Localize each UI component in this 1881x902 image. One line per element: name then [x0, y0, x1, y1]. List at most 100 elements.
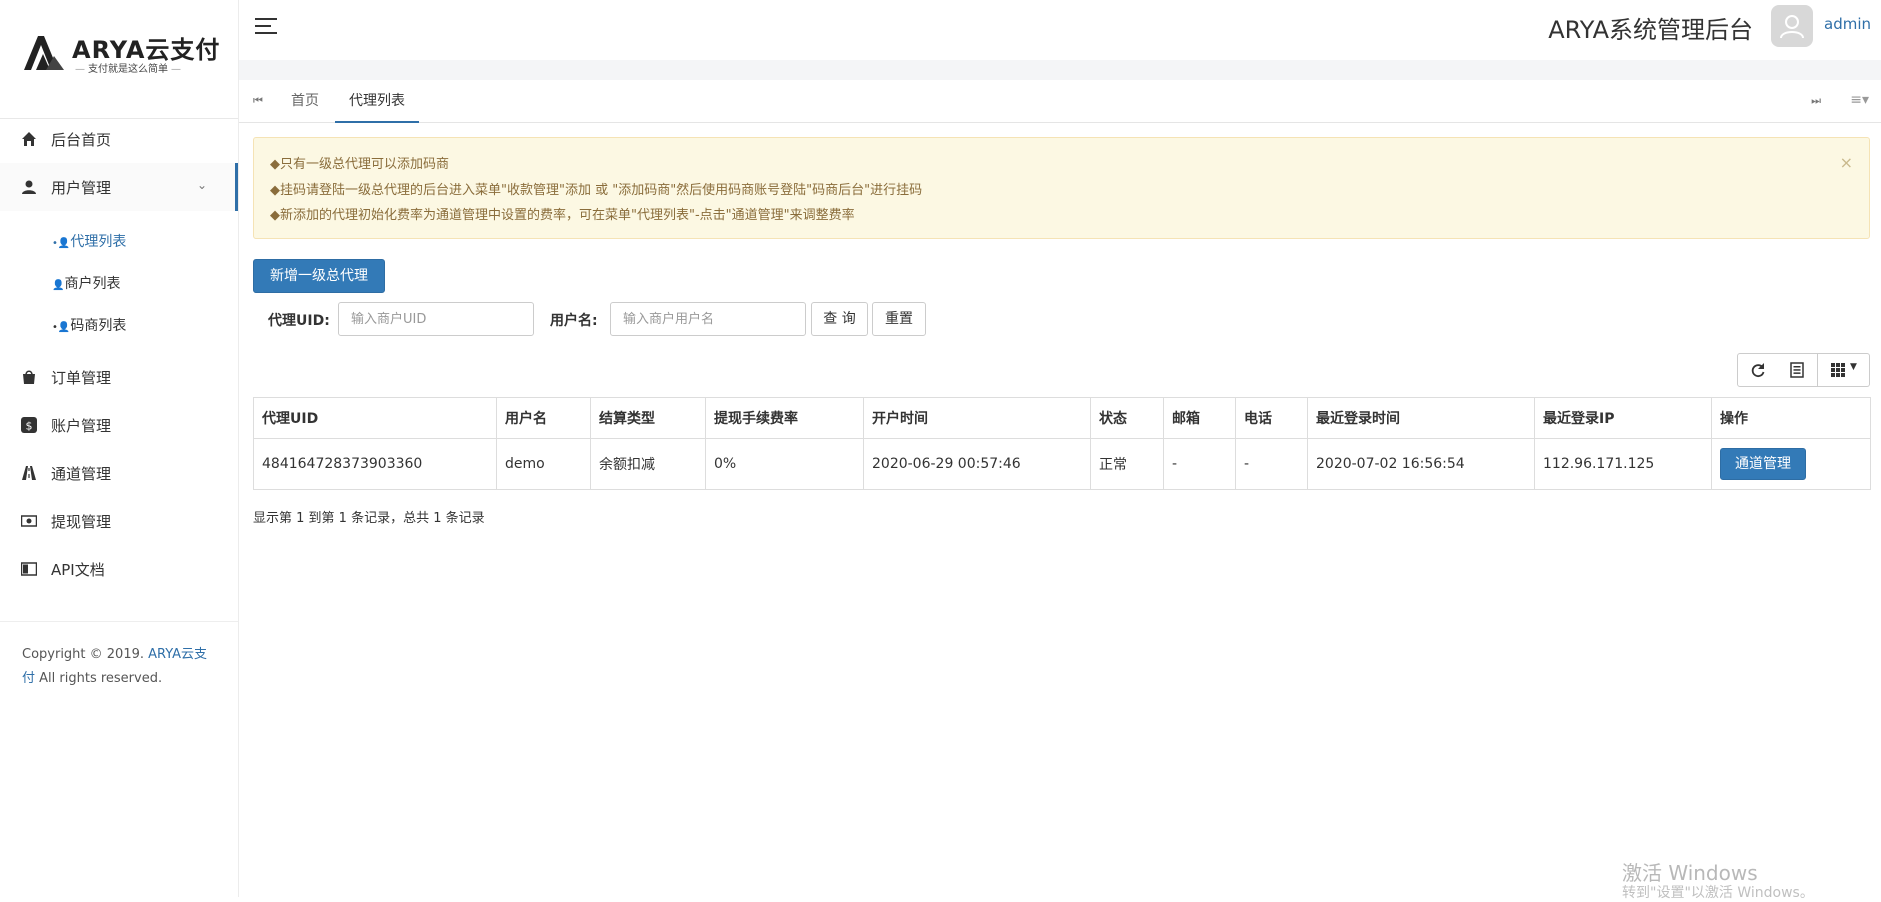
money-icon	[21, 515, 37, 527]
list-view-icon	[1790, 362, 1804, 378]
svg-text:$: $	[26, 420, 33, 433]
close-icon[interactable]: ×	[1840, 150, 1853, 176]
cell-last-ip: 112.96.171.125	[1534, 438, 1712, 490]
cell-uid: 484164728373903360	[253, 438, 497, 490]
shopping-bag-icon	[23, 370, 35, 384]
book-icon	[21, 562, 37, 576]
users-icon: •👤	[52, 322, 71, 333]
username-label: 用户名:	[550, 313, 598, 329]
brand-slogan: 支付就是这么简单	[72, 60, 184, 75]
sidebar-item-label: 提现管理	[51, 513, 112, 531]
uid-search-input[interactable]	[338, 302, 534, 336]
sidebar-item-orders[interactable]: 订单管理	[0, 353, 238, 401]
cell-username: demo	[496, 438, 591, 490]
sidebar-item-user-management[interactable]: 用户管理 ⌄	[0, 163, 238, 211]
avatar[interactable]	[1771, 5, 1813, 47]
refresh-button[interactable]	[1737, 353, 1778, 387]
sidebar-subitem-agent-list[interactable]: •👤代理列表	[52, 231, 126, 251]
sidebar-item-channels[interactable]: 通道管理	[0, 449, 238, 497]
brand-logo[interactable]: ARYA云支付 支付就是这么简单	[0, 0, 238, 119]
grid-columns-icon	[1831, 363, 1845, 377]
column-header[interactable]: 结算类型	[590, 397, 706, 439]
agent-table: 代理UID 用户名 结算类型 提现手续费率 开户时间 状态 邮箱 电话 最近登录…	[253, 397, 1871, 490]
copyright-suffix: All rights reserved.	[35, 671, 163, 686]
username-search-input[interactable]	[610, 302, 806, 336]
cell-status: 正常	[1090, 438, 1164, 490]
tab-bar: ⏮ 首页 代理列表 ⏭ ≡▾	[239, 80, 1881, 123]
sidebar-subitem-coder-list[interactable]: •👤码商列表	[52, 315, 126, 335]
dollar-icon: $	[21, 417, 37, 433]
sidebar-item-label: 用户管理	[51, 179, 112, 197]
chevron-down-icon: ⌄	[196, 178, 207, 192]
username-link[interactable]: admin	[1824, 15, 1871, 33]
uid-label: 代理UID:	[268, 313, 330, 329]
column-header[interactable]: 最近登录IP	[1534, 397, 1712, 439]
alert-line-text: 挂码请登陆一级总代理的后台进入菜单"收款管理"添加 或 "添加码商"然后使用码商…	[280, 182, 923, 198]
columns-dropdown-button[interactable]: ▼	[1818, 353, 1870, 387]
alert-line: ◆挂码请登陆一级总代理的后台进入菜单"收款管理"添加 或 "添加码商"然后使用码…	[270, 182, 923, 198]
tab-home[interactable]: 首页	[291, 80, 319, 121]
table-header-row: 代理UID 用户名 结算类型 提现手续费率 开户时间 状态 邮箱 电话 最近登录…	[253, 397, 1871, 439]
column-header[interactable]: 用户名	[496, 397, 591, 439]
notice-alert: ◆只有一级总代理可以添加码商 ◆挂码请登陆一级总代理的后台进入菜单"收款管理"添…	[253, 137, 1870, 239]
logo-icon	[24, 36, 64, 70]
refresh-icon	[1751, 363, 1765, 378]
alert-line: ◆只有一级总代理可以添加码商	[270, 157, 450, 172]
sidebar-subitem-merchant-list[interactable]: 👤商户列表	[52, 273, 120, 293]
query-button[interactable]: 查 询	[811, 302, 868, 336]
column-header[interactable]: 电话	[1235, 397, 1308, 439]
home-icon	[22, 132, 36, 146]
tab-scroll-right-icon[interactable]: ⏭	[1811, 94, 1821, 108]
sidebar-item-accounts[interactable]: $ 账户管理	[0, 401, 238, 449]
copyright: Copyright © 2019. ARYA云支付 All rights res…	[22, 643, 212, 691]
activation-watermark-hint: 转到"设置"以激活 Windows。	[1622, 885, 1814, 901]
top-bar: ARYA系统管理后台 admin	[239, 0, 1881, 60]
alert-line-text: 新添加的代理初始化费率为通道管理中设置的费率，可在菜单"代理列表"-点击"通道管…	[280, 208, 855, 223]
cell-phone: -	[1235, 438, 1308, 490]
alert-line: ◆新添加的代理初始化费率为通道管理中设置的费率，可在菜单"代理列表"-点击"通道…	[270, 208, 855, 223]
cell-email: -	[1163, 438, 1236, 490]
column-header[interactable]: 代理UID	[253, 397, 497, 439]
users-icon: •👤	[52, 238, 71, 249]
tab-agent-list[interactable]: 代理列表	[335, 80, 419, 123]
tab-options-icon[interactable]: ≡▾	[1850, 92, 1869, 108]
copyright-prefix: Copyright © 2019.	[22, 647, 149, 662]
cell-actions: 通道管理	[1711, 438, 1871, 490]
user-icon: 👤	[52, 280, 65, 291]
subitem-label: 码商列表	[70, 318, 127, 334]
sidebar-item-label: 订单管理	[51, 369, 112, 387]
column-header[interactable]: 最近登录时间	[1307, 397, 1535, 439]
column-header[interactable]: 提现手续费率	[705, 397, 864, 439]
system-title: ARYA系统管理后台	[1548, 16, 1753, 44]
cell-created: 2020-06-29 00:57:46	[863, 438, 1091, 490]
sidebar: ARYA云支付 支付就是这么简单 后台首页 用户管理 ⌄ •👤代理列表 👤商户列…	[0, 0, 239, 897]
column-header[interactable]: 开户时间	[863, 397, 1091, 439]
pagination-info: 显示第 1 到第 1 条记录，总共 1 条记录	[253, 511, 485, 526]
header-spacer	[239, 60, 1881, 80]
cell-fee-rate: 0%	[705, 438, 864, 490]
subitem-label: 商户列表	[64, 276, 121, 292]
channel-management-button[interactable]: 通道管理	[1720, 448, 1806, 480]
sidebar-item-withdrawals[interactable]: 提现管理	[0, 497, 238, 545]
sidebar-item-api-docs[interactable]: API文档	[0, 545, 238, 593]
sidebar-item-label: 后台首页	[51, 131, 112, 149]
subitem-label: 代理列表	[70, 234, 127, 250]
column-header[interactable]: 邮箱	[1163, 397, 1236, 439]
sidebar-item-label: API文档	[51, 561, 105, 579]
user-icon	[22, 180, 36, 194]
alert-line-text: 只有一级总代理可以添加码商	[280, 157, 450, 172]
column-header[interactable]: 操作	[1711, 397, 1871, 439]
toggle-view-button[interactable]	[1777, 353, 1818, 387]
road-icon	[22, 466, 36, 480]
tab-scroll-left-icon[interactable]: ⏮	[253, 94, 263, 108]
divider	[0, 621, 238, 622]
cell-last-login: 2020-07-02 16:56:54	[1307, 438, 1535, 490]
reset-button[interactable]: 重置	[872, 302, 926, 336]
menu-toggle-icon[interactable]	[255, 18, 277, 36]
sidebar-item-dashboard[interactable]: 后台首页	[0, 115, 238, 163]
sidebar-item-label: 通道管理	[51, 465, 112, 483]
table-row: 484164728373903360 demo 余额扣减 0% 2020-06-…	[253, 438, 1871, 490]
column-header[interactable]: 状态	[1090, 397, 1164, 439]
cell-settle-type: 余额扣减	[590, 438, 706, 490]
add-top-agent-button[interactable]: 新增一级总代理	[253, 259, 385, 293]
